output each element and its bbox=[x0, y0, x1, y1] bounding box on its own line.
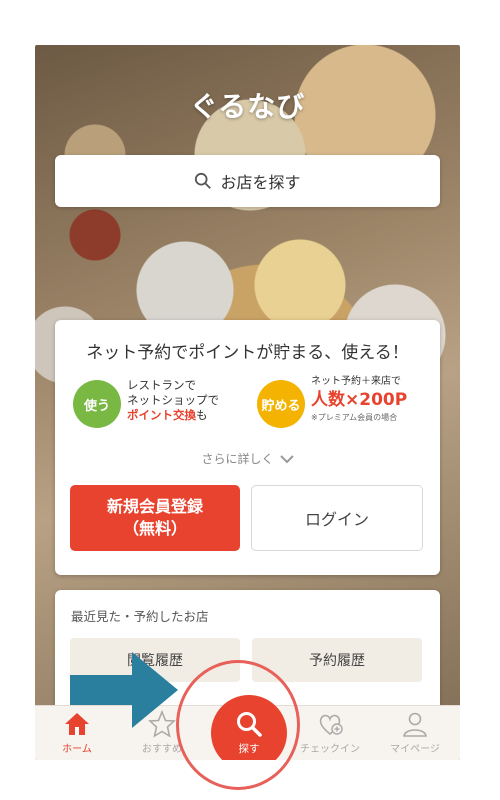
search-label: お店を探す bbox=[220, 173, 301, 192]
heart-plus-icon bbox=[319, 714, 343, 736]
person-icon bbox=[403, 712, 427, 737]
tab-recommend-label: おすすめ bbox=[142, 744, 182, 755]
tab-checkin-label: チェックイン bbox=[300, 744, 360, 755]
highlight-circle bbox=[176, 660, 300, 790]
save-description: ネット予約＋来店で 人数×200P ※プレミアム会員の場合 bbox=[311, 375, 407, 425]
use-description: レストランで ネットショップで ポイント交換も bbox=[127, 378, 219, 423]
save-points-rate: 人数×200P bbox=[311, 390, 408, 410]
register-button[interactable]: 新規会員登録 （無料） bbox=[70, 485, 240, 551]
save-note: ※プレミアム会員の場合 bbox=[311, 413, 398, 422]
use-highlight: ポイント交換 bbox=[127, 408, 196, 422]
search-icon bbox=[195, 172, 212, 189]
tab-home-label: ホーム bbox=[62, 744, 92, 755]
save-badge: 貯める bbox=[257, 380, 305, 428]
save-line-1: ネット予約＋来店で bbox=[311, 376, 401, 387]
promo-title: ネット予約でポイントが貯まる、使える！ bbox=[86, 343, 409, 363]
chevron-down-icon bbox=[279, 454, 294, 463]
register-sublabel: （無料） bbox=[122, 519, 187, 538]
tab-mypage[interactable]: マイページ bbox=[375, 710, 455, 755]
register-label: 新規会員登録 bbox=[106, 497, 203, 516]
points-promo-card: ネット予約でポイントが貯まる、使える！ 使う レストランで ネットショップで ポ… bbox=[55, 320, 440, 575]
pointer-arrow-icon bbox=[70, 652, 178, 728]
use-line-2: ネットショップで bbox=[127, 393, 219, 407]
more-details-link[interactable]: さらに詳しく bbox=[55, 450, 440, 467]
app-logo: ぐるなび bbox=[189, 90, 306, 123]
use-badge: 使う bbox=[73, 380, 121, 428]
recent-title: 最近見た・予約したお店 bbox=[71, 609, 209, 624]
use-suffix: も bbox=[196, 408, 208, 422]
more-details-label: さらに詳しく bbox=[201, 452, 274, 466]
tab-mypage-label: マイページ bbox=[390, 744, 440, 755]
login-button[interactable]: ログイン bbox=[251, 485, 423, 551]
search-bar[interactable]: お店を探す bbox=[55, 155, 440, 207]
tab-checkin[interactable]: チェックイン bbox=[290, 710, 370, 755]
use-line-1: レストランで bbox=[127, 378, 196, 392]
